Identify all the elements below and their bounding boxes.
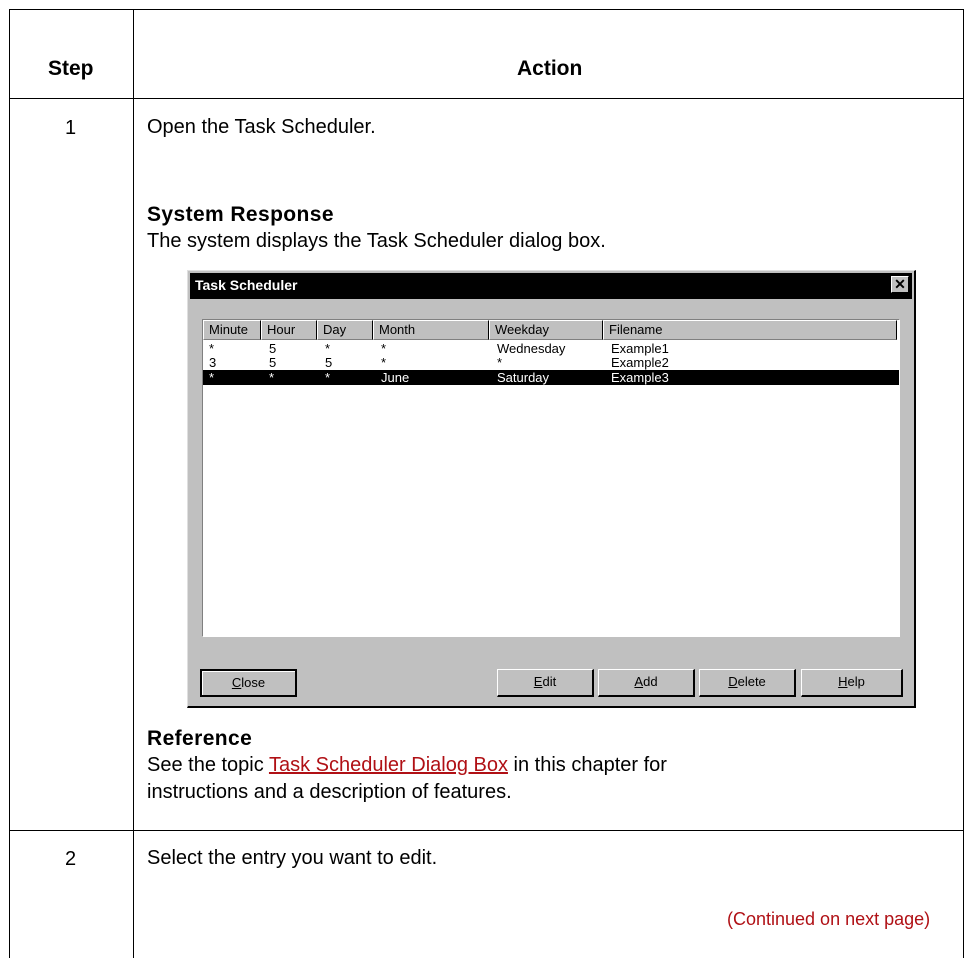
table-left-border	[9, 9, 10, 958]
cell-month: June	[381, 370, 410, 385]
row1-bottom-border	[9, 830, 964, 831]
cell-hour: 5	[269, 341, 277, 356]
task-list[interactable]: Minute Hour Day Month Weekday Filename *…	[202, 319, 900, 637]
reference-text: See the topic Task Scheduler Dialog Box …	[147, 754, 667, 776]
table-right-border	[963, 9, 964, 958]
step-instruction: Select the entry you want to edit.	[147, 847, 438, 869]
header-bottom-border	[9, 98, 964, 99]
cell-weekday: *	[497, 355, 503, 370]
cell-filename: Example2	[611, 355, 669, 370]
step-number: 2	[65, 848, 77, 870]
action-column-header: Action	[517, 57, 583, 80]
close-button[interactable]: Close	[200, 669, 297, 697]
column-header-weekday[interactable]: Weekday	[489, 320, 603, 340]
table-row[interactable]: 3 5 5 * * Example2	[203, 355, 899, 370]
reference-text-line2: instructions and a description of featur…	[147, 781, 512, 803]
system-response-heading: System Response	[147, 203, 334, 226]
cell-weekday: Wednesday	[497, 341, 566, 356]
help-button[interactable]: Help	[801, 669, 903, 697]
cell-month: *	[381, 355, 387, 370]
column-header-day[interactable]: Day	[317, 320, 373, 340]
add-button[interactable]: Add	[598, 669, 695, 697]
close-icon[interactable]: ✕	[891, 276, 909, 293]
system-response-text: The system displays the Task Scheduler d…	[147, 230, 606, 252]
cell-weekday: Saturday	[497, 370, 550, 385]
continued-note: (Continued on next page)	[727, 909, 931, 929]
cell-day: *	[325, 341, 331, 356]
task-scheduler-dialog: Task Scheduler ✕ Minute Hour Day Month W…	[187, 270, 916, 708]
reference-heading: Reference	[147, 727, 253, 750]
step-column-header: Step	[48, 57, 94, 80]
cell-minute: *	[209, 370, 215, 385]
cell-filename: Example3	[611, 370, 669, 385]
table-row[interactable]: * 5 * * Wednesday Example1	[203, 341, 899, 356]
step-number: 1	[65, 117, 77, 139]
dialog-titlebar: Task Scheduler ✕	[190, 273, 912, 299]
cell-hour: *	[269, 370, 275, 385]
column-header-month[interactable]: Month	[373, 320, 489, 340]
cell-filename: Example1	[611, 341, 669, 356]
column-header-minute[interactable]: Minute	[203, 320, 261, 340]
table-top-border	[9, 9, 964, 10]
cell-minute: *	[209, 341, 215, 356]
step-instruction: Open the Task Scheduler.	[147, 116, 376, 138]
cell-minute: 3	[209, 355, 217, 370]
cell-month: *	[381, 341, 387, 356]
dialog-title: Task Scheduler	[195, 277, 298, 293]
step-column-divider	[133, 9, 134, 958]
table-row-selected[interactable]: * * * June Saturday Example3	[203, 370, 899, 385]
column-header-hour[interactable]: Hour	[261, 320, 317, 340]
column-header-filename[interactable]: Filename	[603, 320, 897, 340]
cell-hour: 5	[269, 355, 277, 370]
delete-button[interactable]: Delete	[699, 669, 796, 697]
cell-day: *	[325, 370, 331, 385]
task-scheduler-dialog-box-link[interactable]: Task Scheduler Dialog Box	[269, 754, 508, 776]
edit-button[interactable]: Edit	[497, 669, 594, 697]
cell-day: 5	[325, 355, 333, 370]
